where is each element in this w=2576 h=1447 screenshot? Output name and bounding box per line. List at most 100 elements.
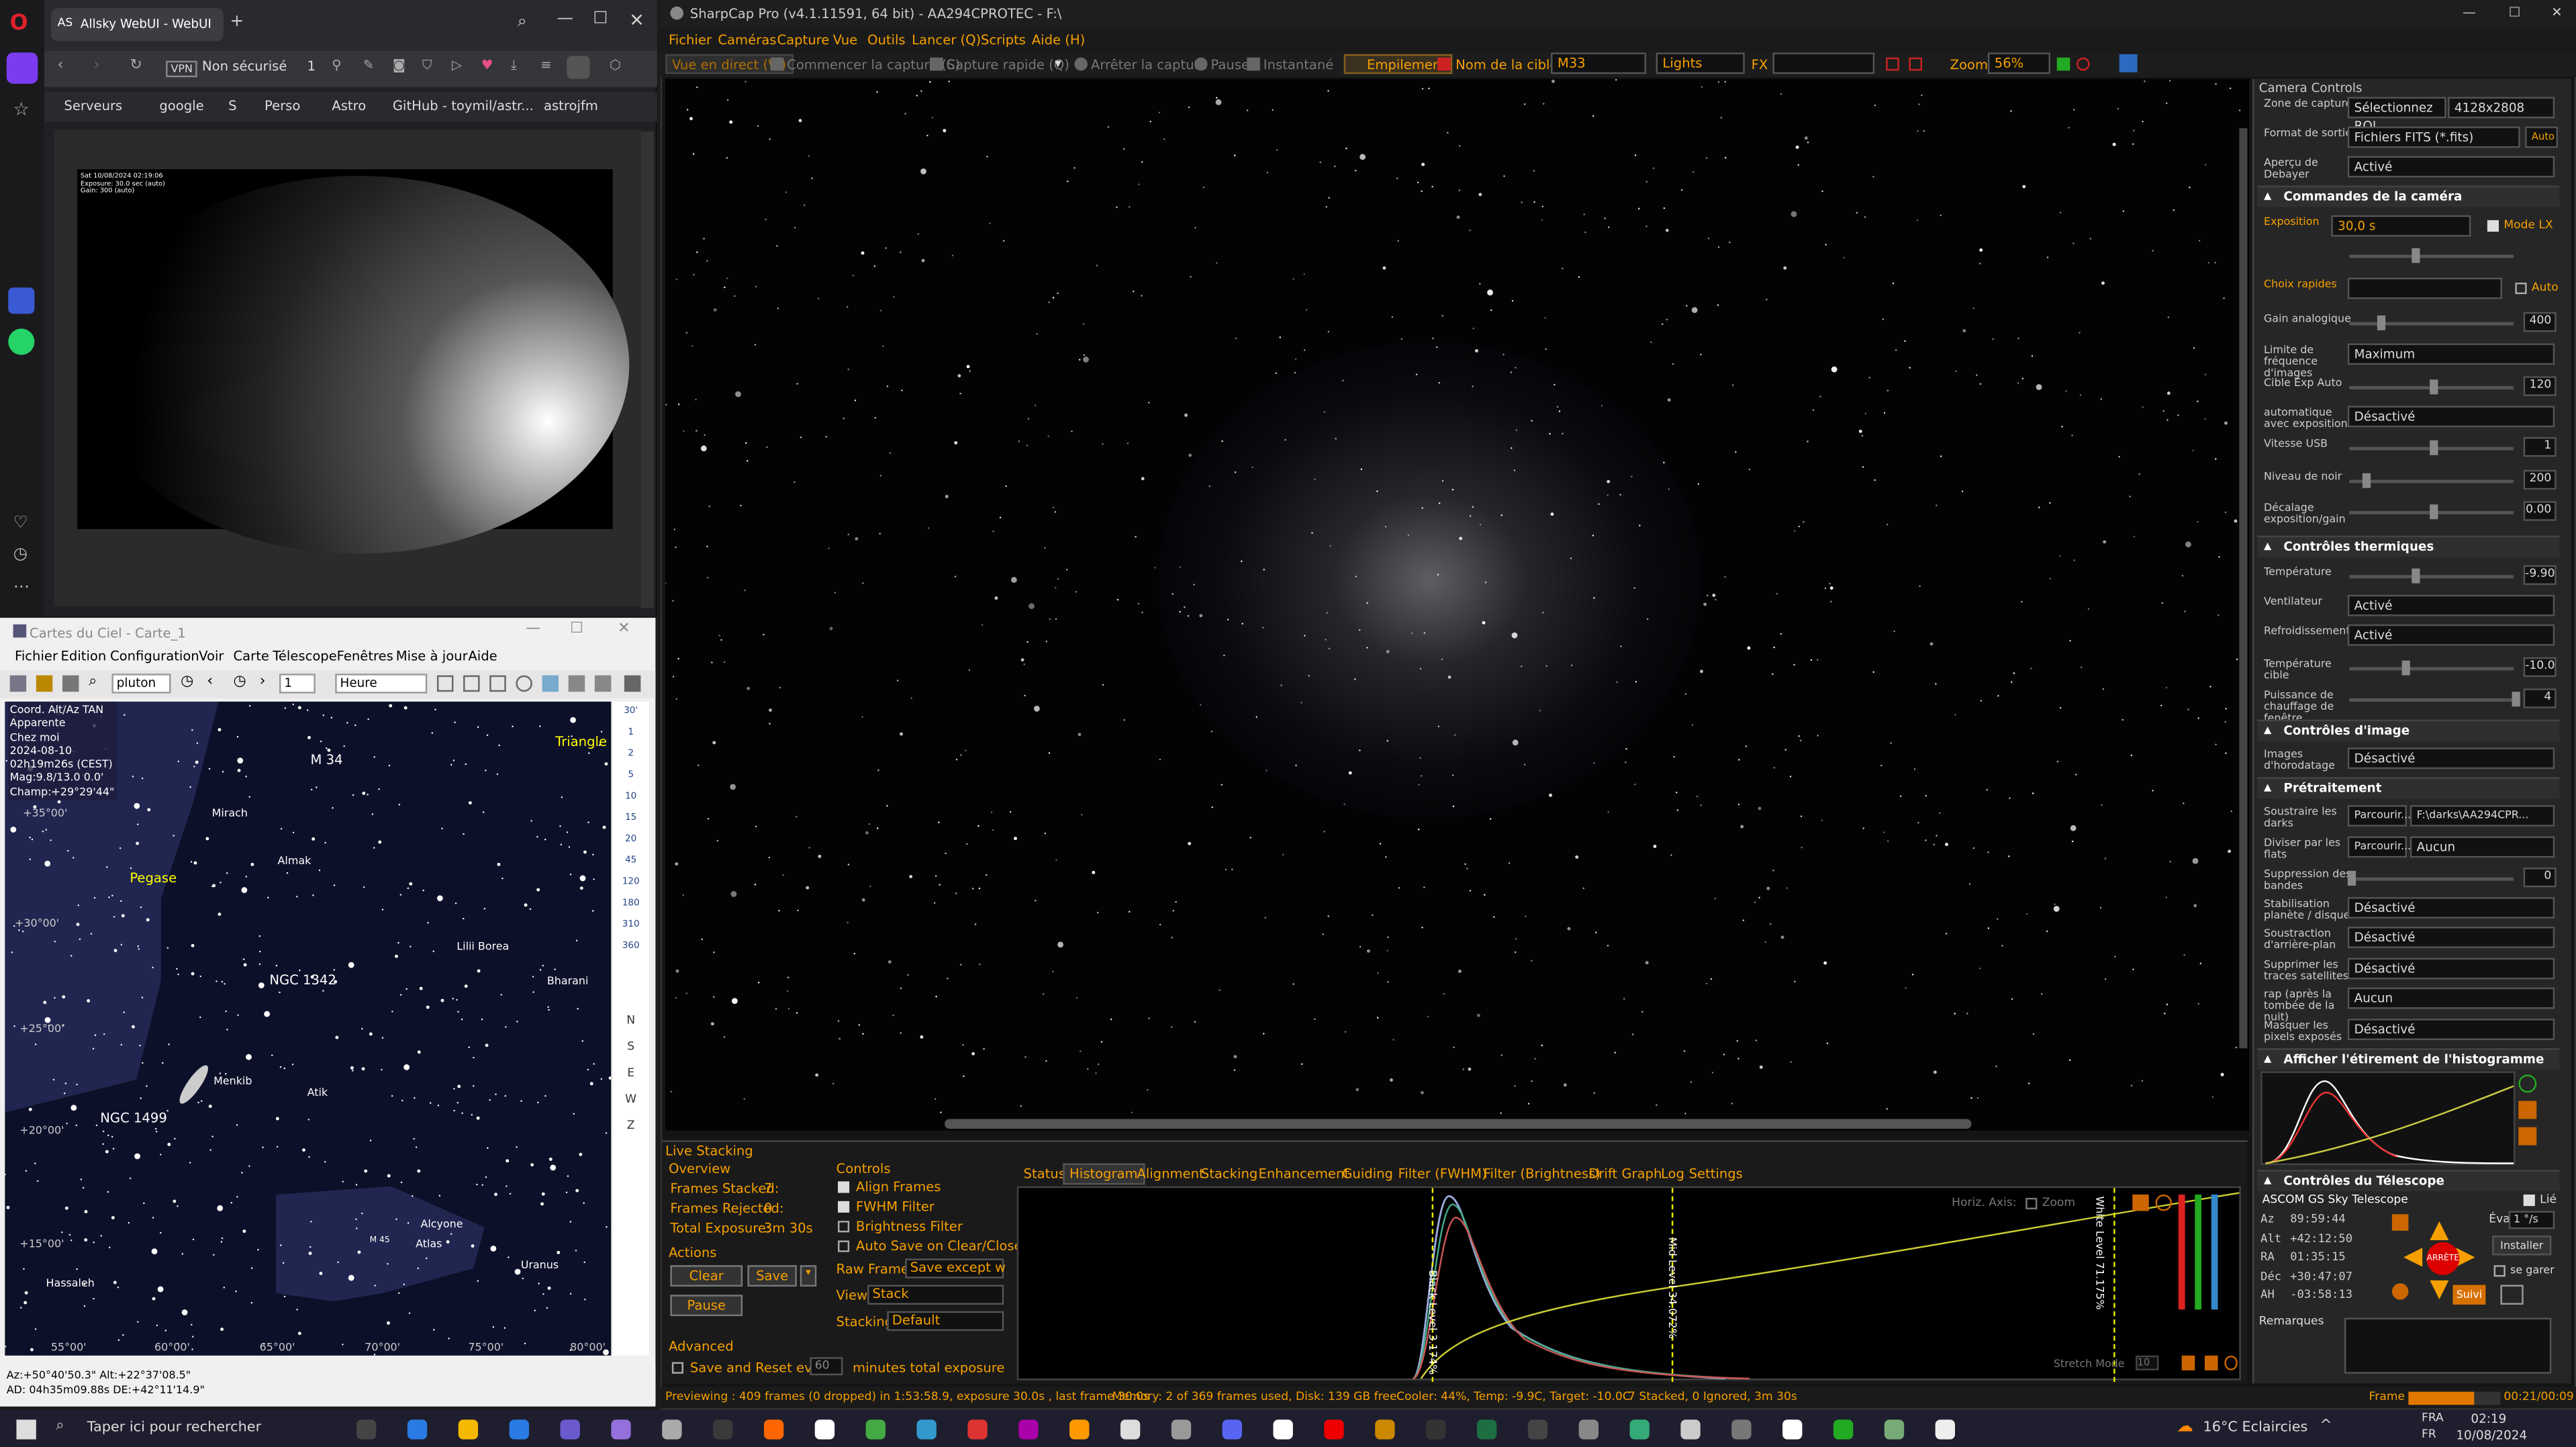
banding-input[interactable]: 0	[2523, 868, 2557, 888]
heart-icon-nav[interactable]: ♥	[481, 58, 493, 73]
weather-text[interactable]: 16°C Eclaircies	[2203, 1419, 2308, 1436]
shield-icon[interactable]: ⛉	[422, 58, 432, 74]
bookmark-perso[interactable]: Perso	[265, 99, 300, 113]
gain-input[interactable]: 400	[2523, 312, 2557, 332]
bookmark-github[interactable]: GitHub - toymil/astr...	[393, 99, 534, 113]
lx-mode-checkbox[interactable]	[2487, 220, 2499, 232]
frame-type-select[interactable]: Lights	[1656, 52, 1745, 75]
list-icon[interactable]	[62, 675, 79, 692]
lang-indicator[interactable]: FRA	[2422, 1411, 2444, 1425]
mid-level-marker[interactable]: Mid Level 34.072%	[1666, 1238, 1679, 1339]
timestamp-select[interactable]: Désactivé	[2347, 747, 2555, 769]
taskbar-app-icon[interactable]	[1782, 1419, 1803, 1440]
taskbar-app-icon[interactable]	[407, 1419, 428, 1440]
rotate-icon[interactable]	[489, 675, 506, 692]
tab-alignment[interactable]: Alignment	[1137, 1166, 1204, 1181]
tab-stacking[interactable]: Stacking	[1201, 1166, 1258, 1181]
quick-picks-select[interactable]	[2347, 277, 2502, 299]
stretch-lightning-icon[interactable]	[2181, 1355, 2195, 1370]
fov-360[interactable]: 360	[613, 937, 649, 958]
play-icon[interactable]: ▷	[452, 58, 462, 73]
debayer-select[interactable]: Activé	[2347, 156, 2555, 178]
new-tab-button[interactable]: +	[230, 13, 244, 32]
taskbar-app-icon[interactable]	[662, 1419, 682, 1440]
save-dropdown-icon[interactable]: ▾	[800, 1265, 817, 1287]
refresh-icon[interactable]	[2155, 1195, 2173, 1211]
histogram-icon[interactable]	[2056, 57, 2070, 71]
vpn-badge[interactable]: VPN	[166, 60, 198, 78]
cdc-minimize[interactable]: —	[526, 621, 540, 637]
prev-icon[interactable]: ‹	[207, 673, 213, 690]
sc-menu-fichier[interactable]: Fichier	[669, 33, 712, 48]
time-unit-select[interactable]: Heure	[335, 673, 428, 694]
connect-icon[interactable]	[568, 675, 585, 692]
fov-1[interactable]: 1	[613, 723, 649, 745]
view-select[interactable]: Stack	[867, 1285, 1004, 1305]
now-icon[interactable]: ◷	[233, 673, 246, 690]
taskbar-app-icon[interactable]	[916, 1419, 937, 1440]
goto-icon[interactable]	[2391, 1214, 2409, 1231]
install-button[interactable]: Installer	[2492, 1235, 2552, 1256]
roi-select[interactable]: Sélectionnez ROI	[2347, 97, 2446, 133]
focus-icon[interactable]	[1909, 57, 1923, 71]
slew-rate-select[interactable]: 1 °/s	[2508, 1211, 2555, 1229]
brightness-checkbox[interactable]	[838, 1221, 850, 1233]
fps-select[interactable]: Maximum	[2347, 343, 2555, 365]
lang-indicator-2[interactable]: FR	[2422, 1428, 2436, 1442]
quick-capture-button[interactable]: Capture rapide (Q)	[947, 58, 1069, 73]
reload-icon[interactable]: ↻	[130, 58, 142, 74]
fan-select[interactable]: Activé	[2347, 594, 2555, 616]
taskbar-app-icon[interactable]	[1731, 1419, 1752, 1440]
taskbar-search-input[interactable]: Taper ici pour rechercher	[87, 1419, 261, 1436]
sec-camera-header[interactable]: Commandes de la caméra	[2257, 185, 2560, 207]
sky-chart[interactable]: Coord. Alt/Az TAN Apparente Chez moi 202…	[5, 701, 612, 1356]
minimize-button[interactable]: —	[557, 10, 573, 28]
search-icon-cdc[interactable]: ⌕	[89, 673, 97, 690]
notes-textarea[interactable]	[2344, 1317, 2552, 1374]
auto-target-input[interactable]: 120	[2523, 376, 2557, 396]
fov-45[interactable]: 45	[613, 851, 649, 873]
maximize-button[interactable]: ☐	[593, 10, 608, 28]
snapshot-button[interactable]: Instantané	[1263, 58, 1334, 73]
aria-icon[interactable]	[8, 287, 35, 314]
link-checkbox[interactable]	[2523, 1195, 2535, 1207]
zoom-icon[interactable]: ⚲	[332, 58, 341, 73]
search-icon-taskbar[interactable]: ⌕	[56, 1418, 64, 1434]
star-icon[interactable]	[2500, 1285, 2524, 1305]
cdc-menu-telescope[interactable]: Télescope	[273, 649, 337, 664]
stretch-mode-input[interactable]: 10	[2136, 1355, 2159, 1370]
pause-button[interactable]: Pause	[1210, 58, 1249, 73]
zoom-fit-icon[interactable]	[463, 675, 480, 692]
compass-s[interactable]: S	[613, 1033, 649, 1060]
sc-maximize[interactable]: ☐	[2509, 5, 2521, 19]
next-icon[interactable]: ›	[260, 673, 266, 690]
compass-n[interactable]: N	[613, 1007, 649, 1033]
taskbar-app-icon[interactable]	[763, 1419, 784, 1440]
cdc-menu-fichier[interactable]: Fichier	[15, 649, 58, 664]
target-icon[interactable]	[516, 675, 532, 692]
fov-180[interactable]: 180	[613, 894, 649, 915]
tab-guiding[interactable]: Guiding	[1342, 1166, 1393, 1181]
resolution-select[interactable]: 4128x2808	[2448, 97, 2555, 119]
bookmark-astrojfm[interactable]: astrojfm	[544, 99, 598, 113]
mini-histogram[interactable]	[2260, 1071, 2516, 1165]
stretch-icon[interactable]	[2518, 1101, 2537, 1119]
fov-15[interactable]: 15	[613, 808, 649, 830]
rap-select[interactable]: Aucun	[2347, 987, 2555, 1009]
lightning-icon[interactable]	[2132, 1195, 2149, 1211]
sc-menu-capture[interactable]: Capture	[777, 33, 829, 48]
heater-input[interactable]: 4	[2523, 688, 2557, 708]
taskbar-app-icon[interactable]	[1935, 1419, 1956, 1440]
satellite-select[interactable]: Désactivé	[2347, 958, 2555, 980]
heart-icon[interactable]: ♡	[13, 514, 28, 532]
offset-input[interactable]: 0.00	[2523, 501, 2557, 521]
stretch-gear-icon[interactable]	[2204, 1355, 2218, 1370]
camera-icon[interactable]: ◙	[393, 58, 406, 73]
object-search-input[interactable]: pluton	[111, 673, 171, 694]
tab-histogram[interactable]: Histogram	[1063, 1163, 1145, 1185]
black-level-marker[interactable]: Black Level 3.174%	[1426, 1270, 1439, 1375]
speed-dial-icon[interactable]: ☆	[13, 99, 30, 120]
sec-preprocessing-header[interactable]: Prétraitement	[2257, 777, 2560, 799]
home-icon[interactable]	[6, 52, 38, 84]
green-level-slider[interactable]	[2195, 1195, 2202, 1310]
